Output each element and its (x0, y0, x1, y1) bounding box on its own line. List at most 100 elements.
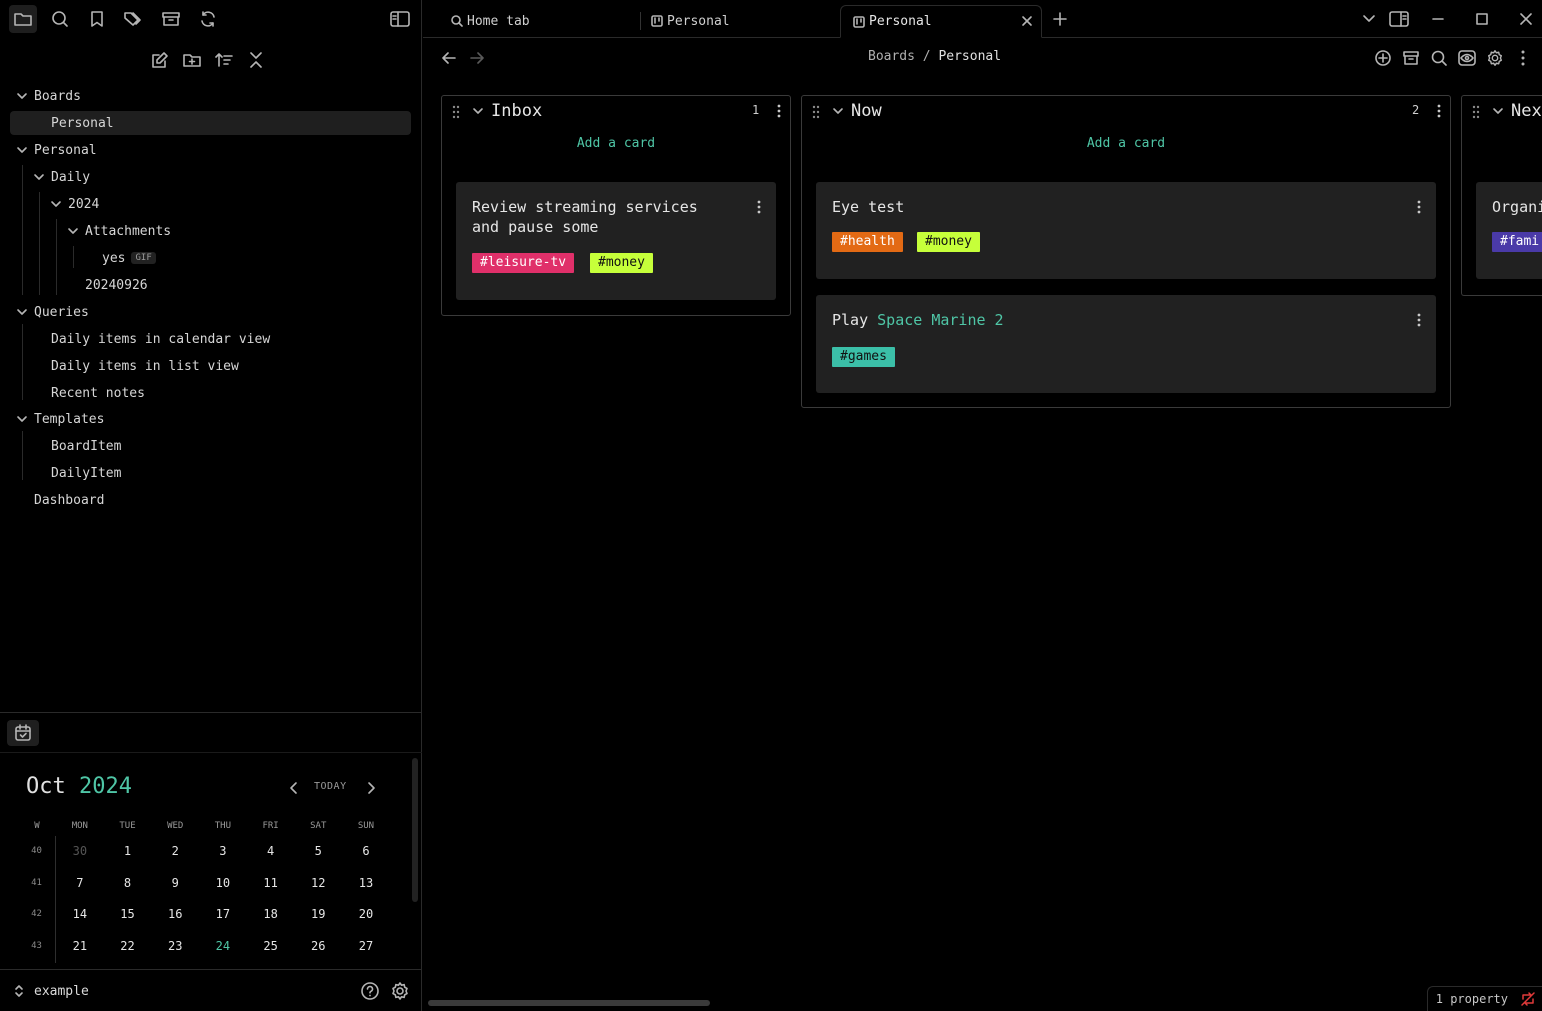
card-title[interactable]: Review streaming services and pause some (472, 197, 698, 237)
forward-arrow-icon[interactable] (468, 49, 486, 67)
help-icon[interactable] (360, 981, 380, 1001)
new-note-icon[interactable] (148, 46, 172, 74)
board-settings-gear-icon[interactable] (1486, 49, 1504, 67)
tag-family[interactable]: #fami (1492, 232, 1542, 252)
calendar-day[interactable]: 3 (199, 836, 247, 868)
archive-icon[interactable] (157, 5, 185, 33)
calendar-day[interactable]: 10 (199, 868, 247, 900)
search-icon[interactable] (46, 5, 74, 33)
calendar-week-number[interactable]: 40 (18, 836, 56, 868)
close-icon[interactable] (1021, 15, 1033, 27)
calendar-next-icon[interactable] (361, 778, 381, 798)
right-sidebar-toggle-icon[interactable] (1389, 9, 1409, 29)
calendar-day[interactable]: 1 (104, 836, 152, 868)
board-search-icon[interactable] (1430, 49, 1448, 67)
refresh-icon[interactable] (194, 5, 222, 33)
collapse-all-icon[interactable] (244, 46, 268, 74)
card-menu-icon[interactable] (756, 200, 762, 214)
card-title[interactable]: Play Space Marine 2 (832, 310, 1004, 330)
calendar-day[interactable]: 21 (56, 931, 104, 963)
vault-switcher[interactable]: example (14, 980, 89, 1002)
tag-games[interactable]: #games (832, 347, 895, 367)
calendar-check-icon[interactable] (7, 720, 39, 746)
tree-folder-2024[interactable]: 2024 (44, 192, 410, 216)
lane-title[interactable]: Next (1511, 101, 1542, 121)
back-arrow-icon[interactable] (440, 49, 458, 67)
tree-item-query-calendar[interactable]: Daily items in calendar view (10, 327, 410, 351)
chevron-down-icon[interactable] (1492, 105, 1504, 117)
tree-folder-attachments[interactable]: Attachments (61, 219, 410, 243)
calendar-day[interactable]: 9 (151, 868, 199, 900)
window-close-icon[interactable] (1516, 9, 1536, 29)
add-card-button[interactable]: Add a card (442, 136, 790, 151)
add-card-button[interactable]: Add a card (802, 136, 1450, 151)
archive-completed-icon[interactable] (1402, 49, 1420, 67)
calendar-day[interactable]: 14 (56, 899, 104, 931)
calendar-day[interactable]: 16 (151, 899, 199, 931)
sidebar-toggle-icon[interactable] (386, 5, 414, 33)
internal-link[interactable]: Space Marine 2 (877, 311, 1003, 329)
card-title[interactable]: Eye test (832, 197, 904, 217)
drag-handle-icon[interactable] (812, 105, 820, 119)
calendar-day[interactable]: 13 (342, 868, 390, 900)
card[interactable]: Play Space Marine 2 #games (816, 295, 1436, 393)
calendar-today-button[interactable]: TODAY (314, 781, 347, 792)
tab-list-chevron-down-icon[interactable] (1359, 9, 1379, 29)
tree-item-query-recent[interactable]: Recent notes (10, 381, 410, 405)
board-horizontal-scrollbar[interactable] (428, 1000, 710, 1006)
tag-health[interactable]: #health (832, 232, 903, 252)
tree-item-boards-personal[interactable]: Personal (10, 111, 411, 135)
calendar-day[interactable]: 20 (342, 899, 390, 931)
lane-menu-icon[interactable] (1437, 104, 1441, 118)
tab-personal-1[interactable]: Personal (639, 5, 839, 38)
maximize-icon[interactable] (1472, 9, 1492, 29)
calendar-day[interactable]: 22 (104, 931, 152, 963)
calendar-day[interactable]: 17 (199, 899, 247, 931)
card[interactable]: Eye test #health #money (816, 182, 1436, 279)
lane-title[interactable]: Inbox (491, 101, 542, 121)
calendar-day[interactable]: 23 (151, 931, 199, 963)
tree-item-template-boarditem[interactable]: BoardItem (10, 434, 410, 458)
view-mode-eye-icon[interactable] (1458, 49, 1476, 67)
new-tab-plus-icon[interactable] (1050, 9, 1070, 29)
calendar-week-number[interactable]: 42 (18, 899, 56, 932)
card-menu-icon[interactable] (1416, 200, 1422, 214)
lane-title[interactable]: Now (851, 101, 882, 121)
tree-folder-queries[interactable]: Queries (10, 300, 410, 324)
tree-item-template-dailyitem[interactable]: DailyItem (10, 461, 410, 485)
tree-folder-personal[interactable]: Personal (10, 138, 410, 162)
tree-folder-templates[interactable]: Templates (10, 407, 410, 431)
tree-item-20240926[interactable]: 20240926 (61, 273, 410, 297)
tree-file-yes-gif[interactable]: yes GIF (78, 246, 410, 270)
calendar-scrollbar[interactable] (412, 758, 418, 902)
card[interactable]: Review streaming services and pause some… (456, 182, 776, 300)
calendar-day[interactable]: 15 (104, 899, 152, 931)
calendar-day[interactable]: 19 (294, 899, 342, 931)
tab-home[interactable]: Home tab (439, 5, 639, 38)
drag-handle-icon[interactable] (1472, 105, 1480, 119)
card-title[interactable]: Organi (1492, 197, 1542, 217)
calendar-day-today[interactable]: 24 (199, 931, 247, 963)
chevron-down-icon[interactable] (832, 105, 844, 117)
calendar-day[interactable]: 4 (247, 836, 295, 868)
tree-folder-daily[interactable]: Daily (27, 165, 410, 189)
calendar-day-adjacent-month[interactable]: 30 (56, 836, 104, 868)
properties-count[interactable]: 1 property (1436, 992, 1508, 1006)
calendar-day[interactable]: 11 (247, 868, 295, 900)
tree-item-dashboard[interactable]: Dashboard (10, 488, 410, 512)
calendar-day[interactable]: 25 (247, 931, 295, 963)
calendar-day[interactable]: 6 (342, 836, 390, 868)
card-menu-icon[interactable] (1416, 313, 1422, 327)
calendar-prev-icon[interactable] (284, 778, 304, 798)
breadcrumb-parent[interactable]: Boards (868, 49, 915, 64)
card[interactable]: Organi #fami (1476, 182, 1542, 279)
chevron-down-icon[interactable] (472, 105, 484, 117)
breadcrumb-current[interactable]: Personal (938, 49, 1001, 64)
sync-error-icon[interactable] (1520, 991, 1536, 1007)
calendar-day[interactable]: 27 (342, 931, 390, 963)
more-options-icon[interactable] (1514, 49, 1532, 67)
drag-handle-icon[interactable] (452, 105, 460, 119)
bookmarks-icon[interactable] (83, 5, 111, 33)
calendar-day[interactable]: 7 (56, 868, 104, 900)
calendar-week-number[interactable]: 41 (18, 867, 56, 900)
